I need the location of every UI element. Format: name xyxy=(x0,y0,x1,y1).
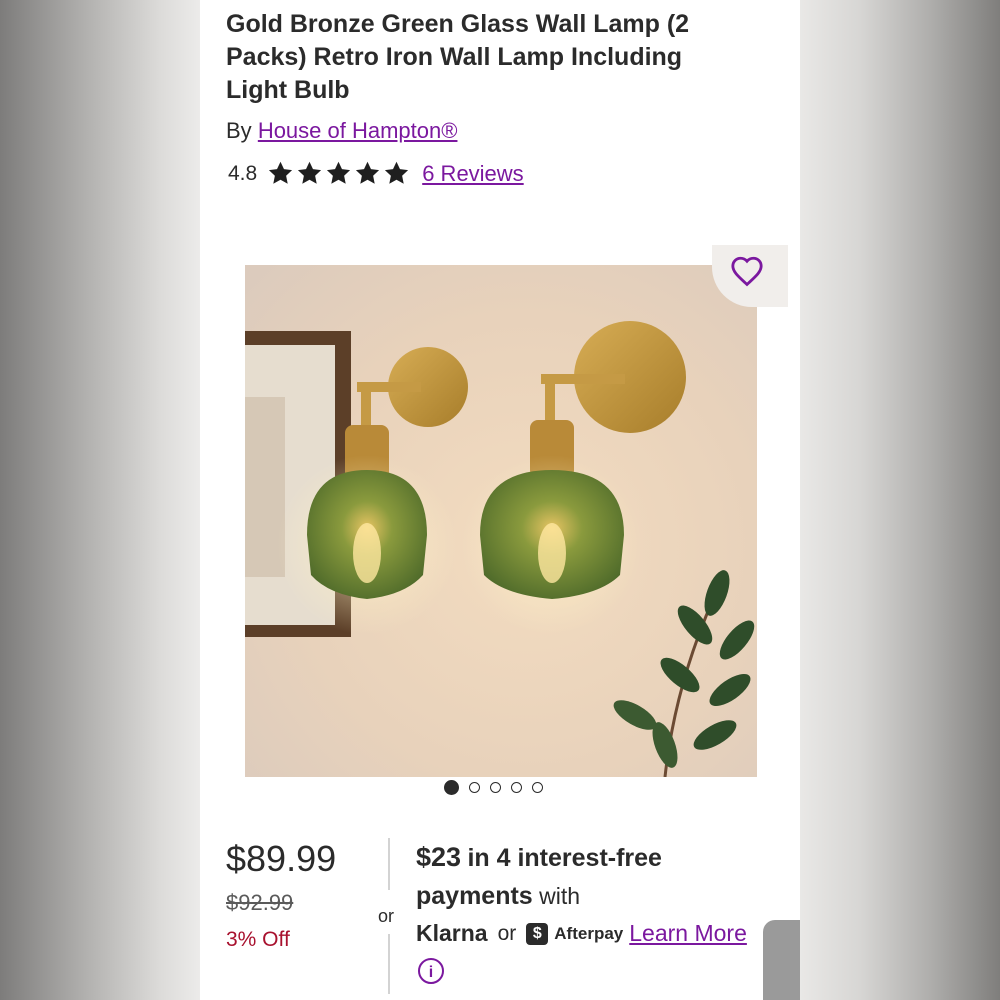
carousel-dot[interactable] xyxy=(490,782,501,793)
star-icon xyxy=(385,161,409,184)
divider xyxy=(388,838,390,890)
installment-info: $23 in 4 interest-free payments with xyxy=(416,838,776,915)
wall-lamp-photo xyxy=(245,265,757,777)
rating-value: 4.8 xyxy=(228,161,258,185)
product-title: Gold Bronze Green Glass Wall Lamp (2 Pac… xyxy=(226,10,690,104)
product-page: Gold Bronze Green Glass Wall Lamp (2 Pac… xyxy=(200,0,800,1000)
by-label: By xyxy=(226,118,252,143)
discount-label: 3% Off xyxy=(226,928,290,951)
carousel-dot[interactable] xyxy=(469,782,480,793)
star-rating xyxy=(267,160,412,187)
star-icon xyxy=(356,161,380,184)
rating-row: 4.8 6 Reviews xyxy=(228,160,524,187)
divider xyxy=(388,934,390,994)
installment-text-3: with xyxy=(539,883,581,909)
original-price: $92.99 xyxy=(226,890,294,915)
carousel-dot[interactable] xyxy=(532,782,543,793)
installment-text-2: payments xyxy=(416,882,533,910)
heart-icon xyxy=(731,256,763,287)
klarna-logo: Klarna xyxy=(416,920,488,946)
reviews-link[interactable]: 6 Reviews xyxy=(422,161,523,187)
or-label-2: or xyxy=(497,921,517,945)
scroll-handle[interactable] xyxy=(763,920,800,1000)
star-icon xyxy=(327,161,351,184)
carousel-dot[interactable] xyxy=(511,782,522,793)
brand-link[interactable]: House of Hampton® xyxy=(258,118,458,143)
installment-text: in 4 interest-free xyxy=(467,844,662,872)
image-carousel-dots xyxy=(444,780,553,795)
afterpay-icon: $ xyxy=(526,922,549,945)
brand-line: By House of Hampton® xyxy=(226,118,457,144)
product-image[interactable] xyxy=(245,265,757,777)
info-icon[interactable]: i xyxy=(418,958,444,984)
learn-more-link[interactable]: Learn More xyxy=(629,920,747,947)
carousel-dot[interactable] xyxy=(444,780,459,795)
afterpay-logo: Afterpay xyxy=(554,923,624,943)
star-icon xyxy=(298,161,322,184)
installment-amount: $23 xyxy=(416,842,462,872)
or-label: or xyxy=(378,906,395,926)
current-price: $89.99 xyxy=(226,838,337,879)
payment-providers: Klarna or $ Afterpay Learn More xyxy=(416,920,747,947)
star-icon xyxy=(269,161,293,184)
